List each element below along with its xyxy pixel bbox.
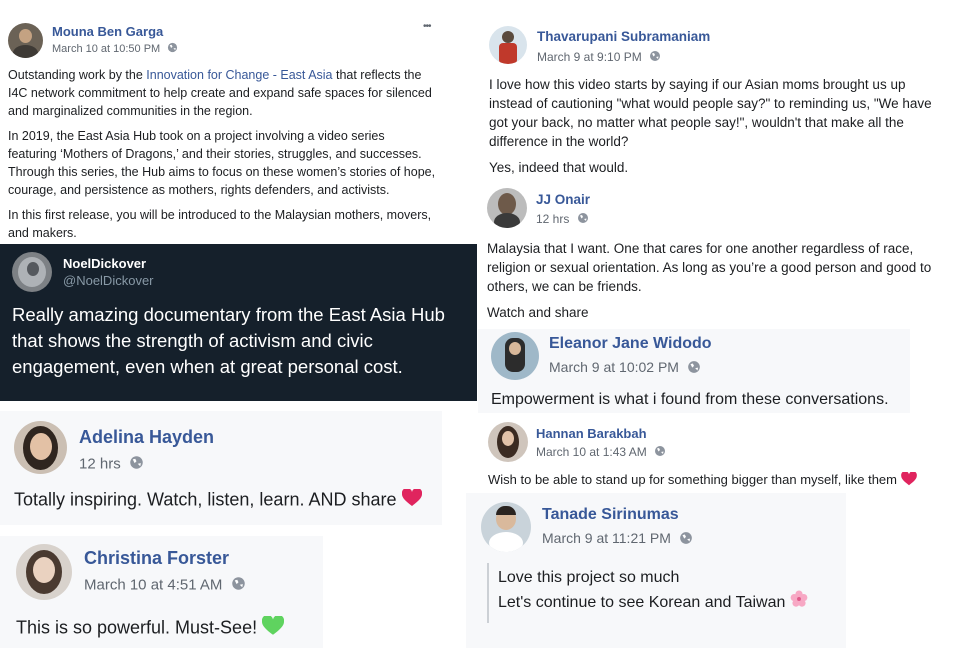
avatar[interactable] [481, 502, 531, 552]
timestamp-text[interactable]: 12 hrs [536, 212, 569, 226]
avatar[interactable] [14, 421, 67, 474]
post-timestamp[interactable]: March 10 at 10:50 PM [52, 42, 178, 56]
tweet-text: Really amazing documentary from the East… [12, 304, 445, 377]
globe-icon [167, 42, 178, 56]
comment-text: This is so powerful. Must-See! [16, 617, 258, 638]
post-timestamp[interactable]: 12 hrs [536, 212, 589, 227]
red-heart-emoji [401, 487, 422, 512]
twitter-handle[interactable]: @NoelDickover [63, 273, 154, 288]
author-name[interactable]: Adelina Hayden [79, 427, 214, 448]
avatar[interactable] [8, 23, 43, 58]
timestamp-text[interactable]: March 10 at 1:43 AM [536, 445, 647, 459]
post-card-mouna: Mouna Ben Garga March 10 at 10:50 PM •••… [0, 15, 443, 244]
comment-text-row: Wish to be able to stand up for somethin… [488, 471, 917, 489]
tweet-card-noel: NoelDickover @NoelDickover Really amazin… [0, 244, 477, 401]
post-timestamp[interactable]: 12 hrs [79, 455, 144, 474]
author-name[interactable]: Hannan Barakbah [536, 426, 647, 441]
post-paragraph: In this first release, you will be intro… [8, 208, 432, 240]
author-name[interactable]: NoelDickover [63, 256, 146, 271]
post-body: Malaysia that I want. One that cares for… [487, 239, 945, 329]
globe-icon [649, 50, 661, 65]
green-heart-emoji [262, 614, 285, 641]
page-link[interactable]: Innovation for Change - East Asia [146, 68, 332, 82]
timestamp-text[interactable]: March 10 at 4:51 AM [84, 576, 222, 593]
globe-icon [129, 455, 144, 474]
avatar[interactable] [489, 26, 527, 64]
comment-text: Empowerment is what i found from these c… [491, 391, 889, 408]
author-name[interactable]: Eleanor Jane Widodo [549, 335, 712, 353]
timestamp-text[interactable]: March 9 at 9:10 PM [537, 50, 642, 64]
globe-icon [577, 212, 589, 227]
avatar[interactable] [16, 544, 72, 600]
comment-card-adelina: Adelina Hayden 12 hrs Totally inspiring.… [0, 411, 442, 525]
post-paragraph: Yes, indeed that would. [489, 160, 629, 175]
author-name[interactable]: Christina Forster [84, 548, 229, 569]
timestamp-text[interactable]: March 9 at 10:02 PM [549, 359, 679, 375]
comment-text: Wish to be able to stand up for somethin… [488, 472, 897, 487]
globe-icon [654, 445, 666, 460]
post-card-thavarupani: Thavarupani Subramaniam March 9 at 9:10 … [478, 15, 946, 177]
comment-text-row: Totally inspiring. Watch, listen, learn.… [14, 487, 422, 512]
post-body: Outstanding work by the Innovation for C… [8, 66, 436, 244]
cherry-blossom-emoji [790, 590, 808, 616]
avatar[interactable] [487, 188, 527, 228]
timestamp-text[interactable]: March 10 at 10:50 PM [52, 43, 160, 55]
comment-text: Totally inspiring. Watch, listen, learn.… [14, 489, 397, 510]
globe-icon [231, 576, 246, 595]
post-card-jj: JJ Onair 12 hrs Malaysia that I want. On… [478, 180, 946, 330]
comment-card-hannan: Hannan Barakbah March 10 at 1:43 AM Wish… [478, 415, 949, 493]
avatar[interactable] [488, 422, 528, 462]
quote-bar [487, 563, 489, 623]
post-timestamp[interactable]: March 10 at 4:51 AM [84, 576, 246, 595]
comment-body: Love this project so much Let's continue… [498, 566, 808, 616]
post-timestamp[interactable]: March 9 at 10:02 PM [549, 359, 701, 377]
post-timestamp[interactable]: March 9 at 9:10 PM [537, 50, 661, 65]
author-name[interactable]: Mouna Ben Garga [52, 24, 163, 39]
comment-line-row: Let's continue to see Korean and Taiwan [498, 590, 808, 616]
avatar[interactable] [491, 332, 539, 380]
post-paragraph: In 2019, the East Asia Hub took on a pro… [8, 129, 436, 197]
red-heart-emoji [900, 471, 917, 489]
post-paragraph: I love how this video starts by saying i… [489, 77, 932, 149]
author-name[interactable]: Tanade Sirinumas [542, 506, 679, 524]
globe-icon [679, 531, 693, 548]
comment-line: Let's continue to see Korean and Taiwan [498, 594, 786, 612]
author-name[interactable]: JJ Onair [536, 192, 590, 207]
post-timestamp[interactable]: March 9 at 11:21 PM [542, 530, 693, 548]
timestamp-text[interactable]: 12 hrs [79, 455, 121, 472]
more-options-icon[interactable]: ••• [423, 21, 431, 32]
avatar[interactable] [12, 252, 52, 292]
post-timestamp[interactable]: March 10 at 1:43 AM [536, 445, 666, 460]
post-paragraph: Watch and share [487, 305, 589, 320]
author-name[interactable]: Thavarupani Subramaniam [537, 29, 710, 44]
post-body: I love how this video starts by saying i… [489, 75, 945, 177]
comment-card-tanade: Tanade Sirinumas March 9 at 11:21 PM Lov… [466, 493, 846, 648]
comment-line: Love this project so much [498, 569, 680, 586]
globe-icon [687, 360, 701, 377]
timestamp-text[interactable]: March 9 at 11:21 PM [542, 530, 671, 546]
post-paragraph: Outstanding work by the Innovation for C… [8, 68, 432, 118]
comment-card-christina: Christina Forster March 10 at 4:51 AM Th… [0, 536, 323, 648]
comment-text-row: This is so powerful. Must-See! [16, 614, 285, 641]
comment-card-eleanor: Eleanor Jane Widodo March 9 at 10:02 PM … [478, 329, 910, 413]
post-paragraph: Malaysia that I want. One that cares for… [487, 241, 932, 294]
